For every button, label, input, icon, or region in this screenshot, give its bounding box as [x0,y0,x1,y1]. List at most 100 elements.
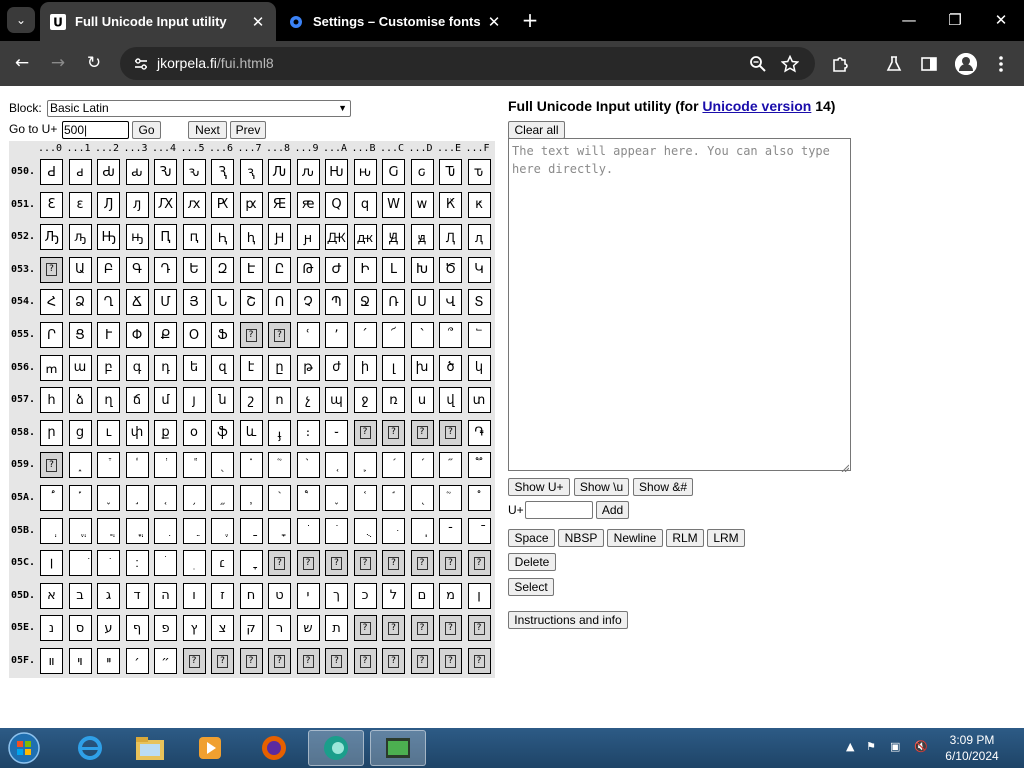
char-cell[interactable]: յ [182,387,206,414]
unassigned-char-cell[interactable]: ? [410,550,434,577]
char-cell[interactable]: א [40,582,63,609]
char-cell[interactable]: Ԙ [268,191,291,218]
unassigned-char-cell[interactable]: ? [268,322,291,348]
lrm-button[interactable]: LRM [707,529,745,547]
char-cell[interactable]: צ [211,615,234,642]
char-cell[interactable]: դ [154,354,177,381]
unassigned-char-cell[interactable]: ? [268,648,291,674]
char-cell[interactable]: Ծ [439,256,462,283]
char-cell[interactable]: ց [68,419,92,446]
unassigned-char-cell[interactable]: ? [439,648,462,674]
char-cell[interactable]: Ԗ [211,191,234,218]
char-cell[interactable]: ֒ [97,452,120,479]
char-cell[interactable]: չ [296,387,320,414]
char-cell[interactable]: ԫ [353,224,377,251]
char-cell[interactable]: ԁ [68,159,92,185]
char-cell[interactable]: շ [239,387,263,414]
char-cell[interactable]: ՟ [467,322,491,348]
char-cell[interactable]: ץ [182,615,206,642]
char-cell[interactable]: ֩ [296,485,320,511]
char-cell[interactable]: ԋ [353,159,377,185]
char-cell[interactable]: ֗ [239,452,263,479]
char-cell[interactable]: Ԅ [154,159,177,185]
goto-input[interactable]: 500| [62,121,129,139]
char-cell[interactable]: ծ [439,354,462,381]
char-cell[interactable]: Ղ [97,289,120,316]
char-cell[interactable]: մ [154,387,177,414]
unassigned-char-cell[interactable]: ? [439,550,462,577]
char-cell[interactable]: ׁ [68,550,92,577]
char-cell[interactable]: ג [97,582,120,609]
char-cell[interactable]: ՚ [325,322,348,348]
char-cell[interactable]: ֟ [467,452,491,479]
char-cell[interactable]: ՞ [439,322,462,348]
char-cell[interactable]: ז [211,582,234,609]
char-cell[interactable]: բ [97,354,120,381]
char-cell[interactable]: ֳ [125,517,149,544]
char-cell[interactable]: ַ [239,517,263,544]
char-cell[interactable]: Ԡ [40,224,63,251]
char-cell[interactable]: կ [467,354,491,381]
char-cell[interactable]: ֆ [211,419,234,446]
char-cell[interactable]: Ա [68,256,92,283]
prev-button[interactable]: Prev [230,121,266,139]
unassigned-char-cell[interactable]: ? [325,648,348,674]
char-cell[interactable]: Օ [182,322,206,348]
char-cell[interactable]: ֮ [439,485,462,511]
char-cell[interactable]: פ [154,615,177,642]
unassigned-char-cell[interactable]: ? [439,419,462,446]
char-cell[interactable]: ր [40,419,63,446]
char-cell[interactable]: ח [239,582,263,609]
char-cell[interactable]: Տ [467,289,491,316]
block-select[interactable]: Basic Latin ▼ [47,100,351,117]
char-cell[interactable]: ԯ [467,224,491,251]
char-cell[interactable]: נ [40,615,63,642]
char-cell[interactable]: ו [182,582,206,609]
system-clock[interactable]: 3:09 PM 6/10/2024 [942,732,1002,764]
char-cell[interactable]: հ [40,387,63,414]
char-cell[interactable]: ֏ [467,419,491,446]
char-cell[interactable]: ֯ [467,485,491,511]
char-cell[interactable]: ֥ [182,485,206,511]
tab-search-button[interactable]: ⌄ [7,7,35,33]
char-cell[interactable]: ֢ [97,485,120,511]
char-cell[interactable]: ֨ [268,485,291,511]
delete-button[interactable]: Delete [508,553,556,571]
char-cell[interactable]: ֬ [382,485,405,511]
char-cell[interactable]: ԗ [239,191,263,218]
char-cell[interactable]: տ [467,387,491,414]
char-cell[interactable]: כ [353,582,377,609]
char-cell[interactable]: Ԁ [40,159,63,185]
add-button[interactable]: Add [596,501,629,519]
char-cell[interactable]: ְ [40,517,63,544]
char-cell[interactable]: խ [410,354,434,381]
char-cell[interactable]: Ԃ [97,159,120,185]
char-cell[interactable]: װ [40,648,63,674]
char-cell[interactable]: ԭ [410,224,434,251]
close-tab-icon[interactable]: ✕ [248,13,268,31]
char-cell[interactable]: ֈ [268,419,291,446]
char-cell[interactable]: ի [353,354,377,381]
show-html-entity-button[interactable]: Show &# [633,478,693,496]
char-cell[interactable]: ֪ [325,485,348,511]
char-cell[interactable]: Մ [154,289,177,316]
char-cell[interactable]: Ռ [382,289,405,316]
char-cell[interactable]: ֧ [239,485,263,511]
unassigned-char-cell[interactable]: ? [467,648,491,674]
char-cell[interactable]: ׂ [97,550,120,577]
unassigned-char-cell[interactable]: ? [410,615,434,642]
char-cell[interactable]: ֣ [125,485,149,511]
char-cell[interactable]: ժ [325,354,348,381]
char-cell[interactable]: Բ [97,256,120,283]
char-cell[interactable]: փ [125,419,149,446]
char-cell[interactable]: Ԓ [97,191,120,218]
char-cell[interactable]: ֖ [211,452,234,479]
char-cell[interactable]: ւ [97,419,120,446]
char-cell[interactable]: Ԟ [439,191,462,218]
char-cell[interactable]: ԅ [182,159,206,185]
char-cell[interactable]: Ճ [125,289,149,316]
char-cell[interactable]: Ԏ [439,159,462,185]
char-cell[interactable]: Ԕ [154,191,177,218]
clear-all-button[interactable]: Clear all [508,121,565,139]
char-cell[interactable]: ־ [439,517,462,544]
